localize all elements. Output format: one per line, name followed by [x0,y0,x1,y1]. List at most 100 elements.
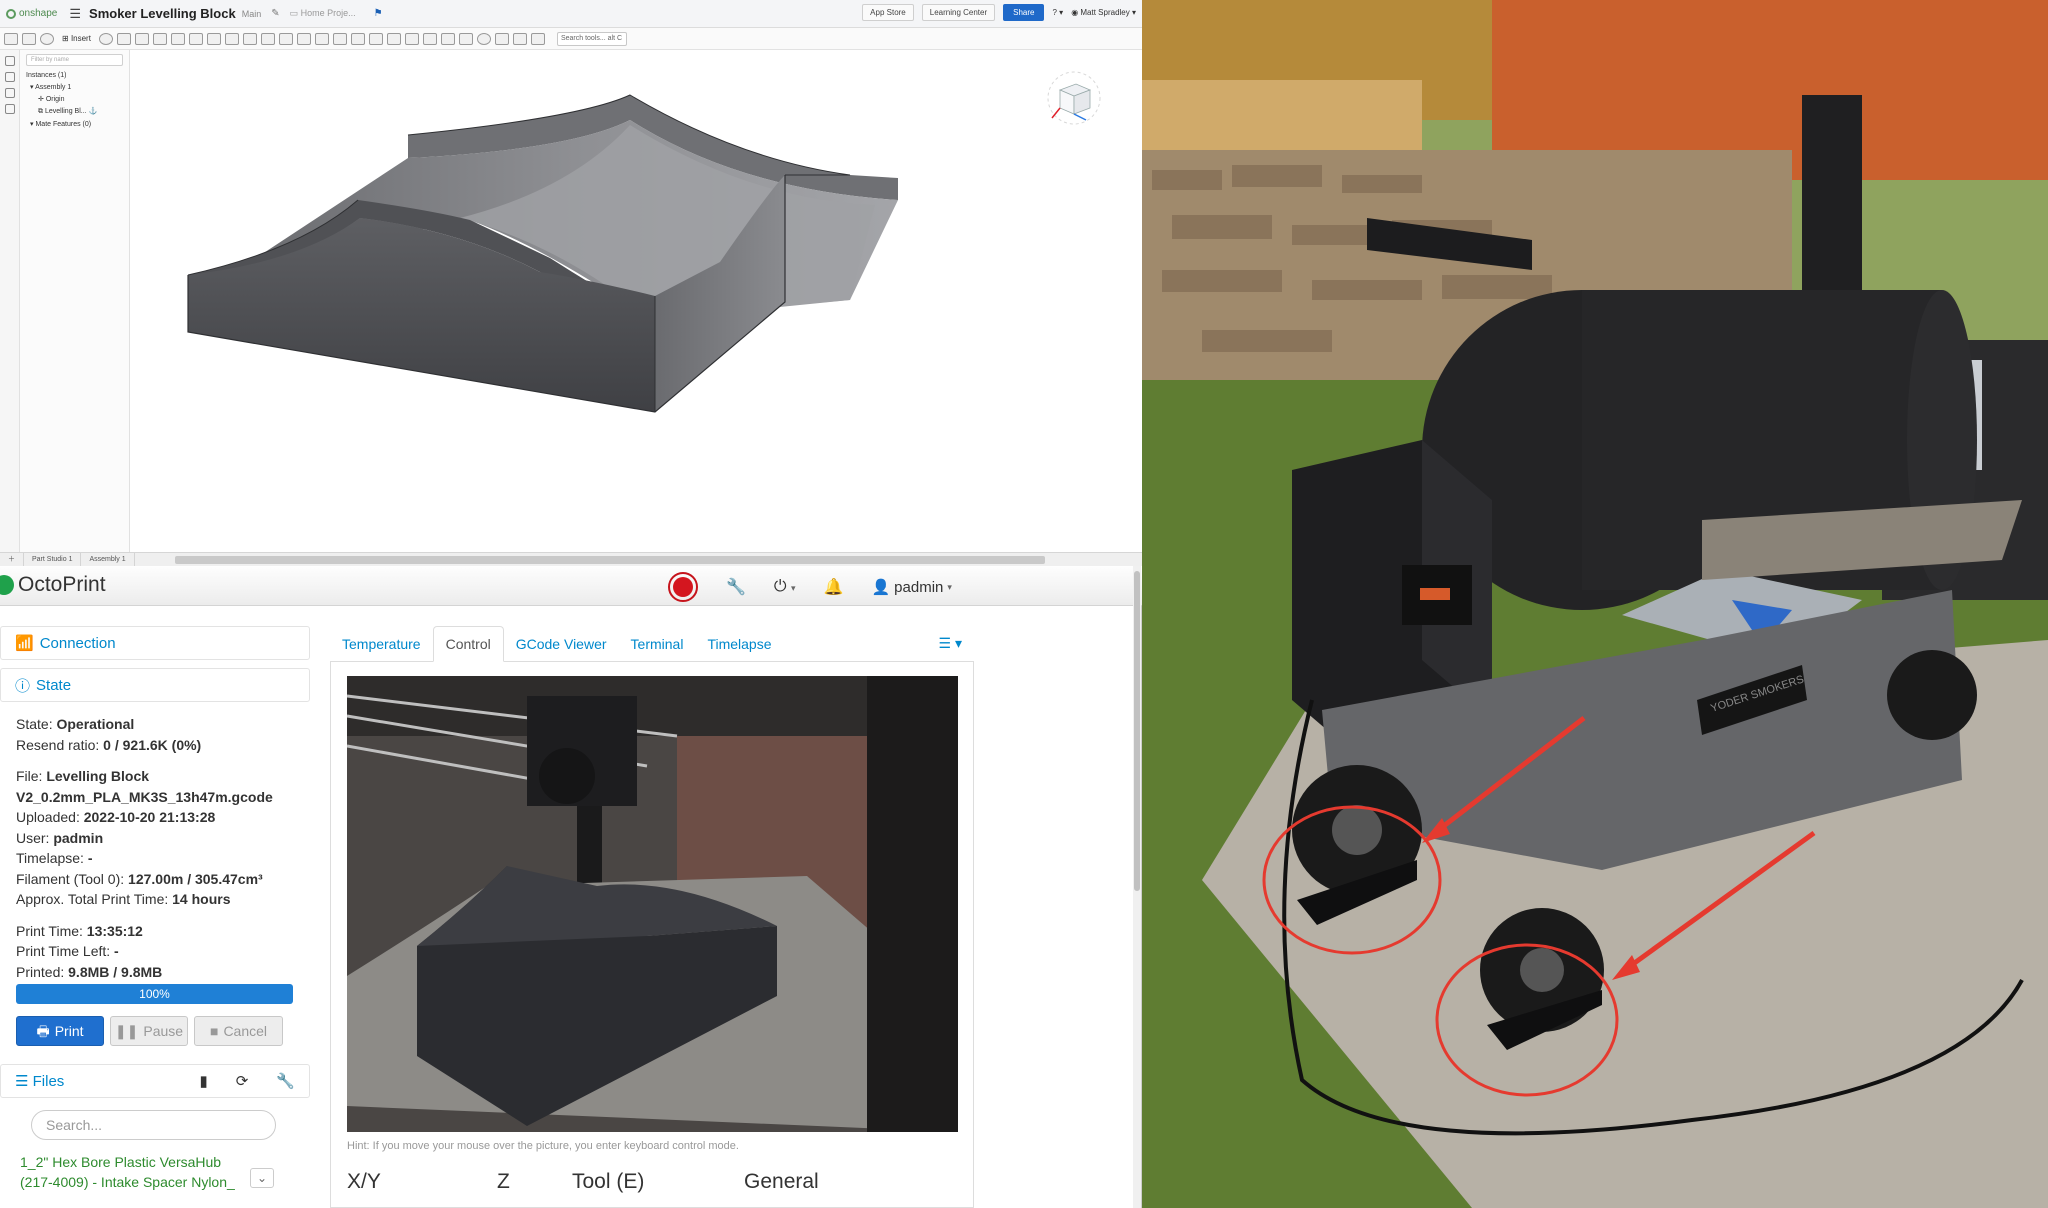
width-mate-icon[interactable] [278,32,293,45]
edit-pencil-icon[interactable]: ✎ [271,8,279,19]
replicate-icon[interactable] [422,32,437,45]
onshape-logo-text: onshape [19,8,58,19]
user-menu[interactable]: 👤 padmin ▾ [871,578,951,597]
group-icon[interactable] [296,32,311,45]
tab-timelapse[interactable]: Timelapse [695,627,783,661]
page-scrollbar[interactable] [1133,566,1141,1208]
octoprint-brand[interactable]: OctoPrint [0,573,106,597]
power-icon[interactable]: ⏻ ▾ [774,578,796,596]
bom-icon[interactable] [530,32,545,45]
pause-button[interactable]: ❚❚ Pause [110,1016,188,1046]
filter-icon[interactable] [5,72,15,82]
instances-header[interactable]: Instances (1) [20,70,129,81]
tab-gcode-viewer[interactable]: GCode Viewer [504,627,619,661]
search-tools-input[interactable]: Search tools... alt C [556,31,627,46]
redo-icon[interactable] [22,32,36,45]
refresh-icon[interactable]: ⟳ [236,1072,249,1090]
files-panel-header[interactable]: ☰ Files ▮ ⟳ 🔧 [0,1064,310,1098]
mate-values-icon[interactable] [476,32,491,45]
uploaded-label: Uploaded: [16,809,80,825]
linear-relation-icon[interactable] [386,32,401,45]
mate-connector-icon[interactable] [98,32,113,45]
undo-icon[interactable] [4,32,18,45]
state-panel-header[interactable]: ⓘ State [0,668,310,702]
breadcrumb[interactable]: ▭ Home Proje... [290,8,356,19]
app-store-button[interactable]: App Store [862,4,914,21]
cancel-button[interactable]: ■ Cancel [194,1016,283,1046]
add-tab-icon[interactable]: ＋ [0,552,24,567]
relation-icon[interactable] [314,32,329,45]
feature-list-icon[interactable] [5,56,15,66]
fastened-mate-icon[interactable] [116,32,131,45]
mirror-icon[interactable] [440,32,455,45]
tree-assembly-label: Assembly 1 [35,84,72,91]
learning-center-button[interactable]: Learning Center [921,4,996,21]
time-left-line: Print Time Left: - [16,941,294,962]
uploaded-value: 2022-10-20 21:13:28 [83,809,216,825]
revolute-mate-icon[interactable] [134,32,149,45]
control-tab-panel: Hint: If you move your mouse over the pi… [330,662,974,1208]
tree-origin[interactable]: ✛ Origin [20,93,129,105]
total-time-value: 14 hours [172,891,231,907]
tab-temperature[interactable]: Temperature [330,627,433,661]
tree-mate-features[interactable]: ▾ Mate Features (0) [20,118,129,130]
progress-bar: 100% [16,984,293,1004]
connection-panel-header[interactable]: 📶 Connection [0,626,310,660]
gear-relation-icon[interactable] [332,32,347,45]
uploaded-line: Uploaded: 2022-10-20 21:13:28 [16,807,294,828]
octoprint-main: Temperature Control GCode Viewer Termina… [330,626,974,1208]
3d-viewport[interactable] [130,50,1142,552]
share-button[interactable]: Share [1003,4,1045,21]
insert-button[interactable]: ⊞ Insert [58,34,95,43]
explode-icon[interactable] [458,32,473,45]
user-menu[interactable]: ◉ Matt Spradley ▾ [1071,8,1136,17]
link-icon[interactable]: ⚑ [374,8,383,19]
onshape-logo[interactable]: onshape [6,8,57,19]
filter-input[interactable]: Filter by name [26,54,123,66]
comments-icon[interactable] [5,88,15,98]
ball-mate-icon[interactable] [224,32,239,45]
view-cube[interactable] [1046,70,1102,126]
tab-scrollbar[interactable] [174,555,1045,564]
tab-terminal[interactable]: Terminal [619,627,696,661]
rack-pinion-icon[interactable] [350,32,365,45]
pattern-icon[interactable] [404,32,419,45]
sd-card-icon[interactable]: ▮ [199,1072,207,1090]
planar-mate-icon[interactable] [206,32,221,45]
tab-part-studio[interactable]: Part Studio 1 [24,552,82,567]
webcam-stream[interactable] [347,676,958,1132]
hamburger-menu-icon[interactable]: ☰ [69,6,81,22]
cylindrical-mate-icon[interactable] [170,32,185,45]
file-list-item[interactable]: 1_2" Hex Bore Plastic VersaHub (217-4009… [20,1152,250,1192]
tree-assembly[interactable]: ▾ Assembly 1 [20,81,129,93]
branch-label[interactable]: Main [242,9,262,19]
tab-overflow-menu-icon[interactable]: ☰ ▾ [927,626,974,661]
document-title[interactable]: Smoker Levelling Block [89,6,236,21]
tab-control[interactable]: Control [432,626,504,662]
tab-assembly[interactable]: Assembly 1 [81,552,135,567]
slider-mate-icon[interactable] [152,32,167,45]
files-search-input[interactable]: Search... [31,1110,276,1140]
levelling-block-model [187,94,898,413]
print-button[interactable]: 🖶 Print [16,1016,104,1046]
wrench-icon[interactable]: 🔧 [726,577,746,597]
section-icon[interactable] [512,32,527,45]
brand-label: OctoPrint [18,573,106,596]
tangent-mate-icon[interactable] [260,32,275,45]
tree-part[interactable]: ⧉ Levelling Bl... ⚓ [20,105,129,118]
bell-icon[interactable]: 🔔 [824,577,844,597]
screw-relation-icon[interactable] [368,32,383,45]
scrollbar-thumb[interactable] [1134,571,1140,891]
help-icon[interactable]: ? ▾ [1052,8,1063,17]
wrench-icon[interactable]: 🔧 [276,1072,295,1090]
parallel-mate-icon[interactable] [242,32,257,45]
display-icon[interactable] [40,32,54,45]
nav-username: padmin [894,578,944,596]
total-time-label: Approx. Total Print Time: [16,891,169,907]
emergency-stop-icon[interactable] [668,572,698,602]
history-icon[interactable] [5,104,15,114]
file-expand-caret-icon[interactable]: ⌄ [250,1168,275,1188]
pin-slot-mate-icon[interactable] [188,32,203,45]
measure-icon[interactable] [494,32,509,45]
